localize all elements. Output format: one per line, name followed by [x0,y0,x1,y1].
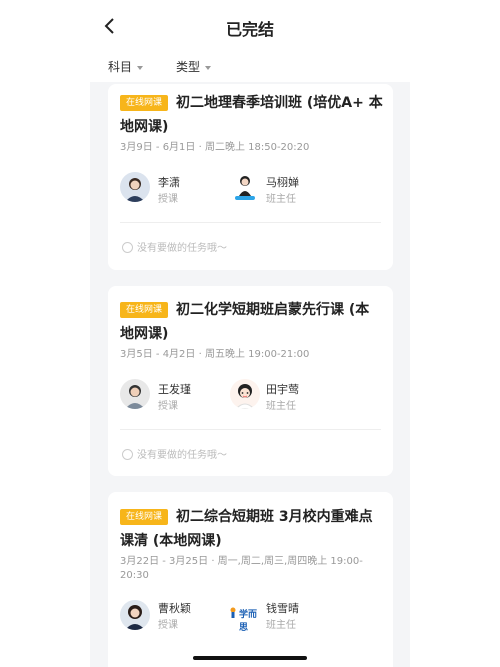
logo-text: 学而思 [239,610,258,633]
teacher-avatar [120,172,150,202]
head-teacher-role: 班主任 [266,194,296,205]
teacher-name: 李潇 [158,176,180,189]
home-indicator [193,656,307,660]
head-teacher-role: 班主任 [266,401,296,412]
divider [120,222,381,223]
page-title: 已完结 [225,20,274,39]
head-teacher-name: 钱雪晴 [266,602,299,615]
head-teacher-name: 田宇莺 [266,383,299,396]
nav-bar: 已完结 [90,0,410,52]
filter-type[interactable]: 类型 [176,58,212,75]
task-status: 没有要做的任务哦～ [122,239,227,254]
check-circle-icon [122,241,133,253]
filter-subject-label: 科目 [108,60,133,74]
xueersi-logo: 学而思 [228,607,264,633]
teacher-avatar [120,379,150,409]
app-screen: 已完结 科目 类型 在线网课 初二地理春季培训班 (培优A+ 本地网课) 3月9… [90,0,410,667]
teacher-name: 曹秋颖 [158,602,191,615]
divider [120,429,381,430]
filter-subject[interactable]: 科目 [108,58,144,75]
filter-bar: 科目 类型 [90,52,410,82]
course-title: 初二综合短期班 3月校内重难点课清 (本地网课) [120,509,373,549]
filter-type-label: 类型 [176,60,201,74]
course-time: 3月9日 - 6月1日 · 周二晚上 18:50-20:20 [120,142,310,153]
course-card[interactable]: 在线网课 初二化学短期班启蒙先行课 (本地网课) 3月5日 - 4月2日 · 周… [108,286,393,476]
course-card[interactable]: 在线网课 初二综合短期班 3月校内重难点课清 (本地网课) 3月22日 - 3月… [108,492,393,667]
caret-down-icon [137,65,144,70]
head-teacher-role: 班主任 [266,620,296,631]
task-status: 没有要做的任务哦～ [122,446,227,461]
course-title: 初二地理春季培训班 (培优A+ 本地网课) [120,95,383,135]
caret-down-icon [205,65,212,70]
teacher-role: 授课 [158,194,178,205]
course-time: 3月22日 - 3月25日 · 周一,周二,周三,周四晚上 19:00-20:3… [120,556,363,581]
course-time: 3月5日 - 4月2日 · 周五晚上 19:00-21:00 [120,349,310,360]
course-card[interactable]: 在线网课 初二地理春季培训班 (培优A+ 本地网课) 3月9日 - 6月1日 ·… [108,84,393,270]
teacher-name: 王发瑾 [158,383,191,396]
check-circle-icon [122,448,133,460]
head-teacher-avatar [230,172,260,202]
head-teacher-avatar [230,379,260,409]
teacher-role: 授课 [158,620,178,631]
teacher-avatar [120,600,150,630]
course-title: 初二化学短期班启蒙先行课 (本地网课) [120,302,370,342]
task-status-text: 没有要做的任务哦～ [137,243,227,254]
logo-mark-icon [230,607,236,618]
teacher-role: 授课 [158,401,178,412]
head-teacher-name: 马栩婵 [266,176,299,189]
task-status-text: 没有要做的任务哦～ [137,450,227,461]
